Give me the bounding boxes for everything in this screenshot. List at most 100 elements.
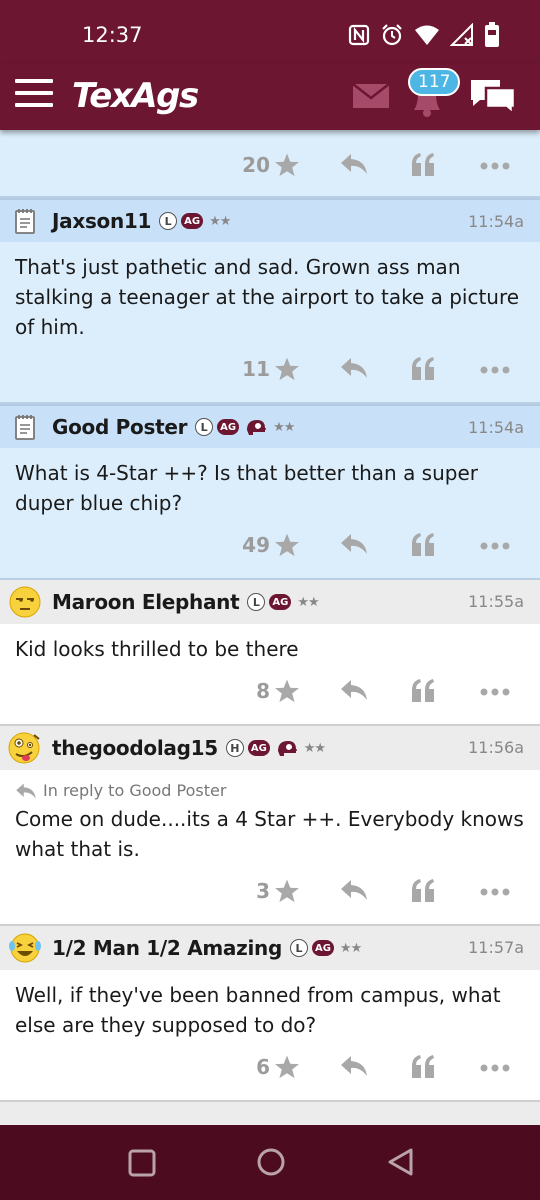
post-actions: 8 <box>0 664 540 724</box>
rank-stars: ★★ <box>303 740 326 756</box>
reply-icon[interactable] <box>340 678 368 702</box>
back-button[interactable] <box>386 1147 416 1177</box>
hamburger-line <box>15 91 53 95</box>
laughing-emoji-icon <box>9 933 41 963</box>
status-time: 12:37 <box>82 23 143 47</box>
post-text: Come on dude....its a 4 Star ++. Everybo… <box>15 807 524 861</box>
mail-icon[interactable] <box>352 82 390 110</box>
post-actions: 6 <box>0 1040 540 1100</box>
wifi-icon <box>415 25 439 45</box>
avatar[interactable] <box>8 931 42 965</box>
rank-stars: ★★ <box>209 213 231 229</box>
post-actions: 20 <box>0 130 540 190</box>
status-icons <box>348 22 500 48</box>
post-time: 11:54a <box>468 212 524 231</box>
post-actions: 49 <box>0 518 540 578</box>
username[interactable]: thegoodolag15 <box>52 736 218 760</box>
reply-icon[interactable] <box>340 878 368 902</box>
post: 1/2 Man 1/2 Amazing L AG ★★ 11:57a Well,… <box>0 926 540 1102</box>
star-count: 20 <box>242 153 270 177</box>
alarm-icon <box>382 24 402 46</box>
more-icon[interactable] <box>480 366 510 374</box>
badge-h: H <box>225 739 244 757</box>
star-icon <box>275 533 299 557</box>
post-actions: 11 <box>0 342 540 402</box>
post-partial: 20 <box>0 130 540 198</box>
post-time: 11:55a <box>468 592 524 611</box>
avatar[interactable] <box>8 204 42 238</box>
post-body: That's just pathetic and sad. Grown ass … <box>15 255 520 339</box>
star-count: 3 <box>256 879 270 903</box>
badge-ag: AG <box>217 419 240 435</box>
post: thegoodolag15 H AG ★★ 11:56a In reply to… <box>0 726 540 926</box>
post-body: Kid looks thrilled to be there <box>15 637 299 661</box>
username[interactable]: 1/2 Man 1/2 Amazing <box>52 936 282 960</box>
reply-icon[interactable] <box>340 532 368 556</box>
star-icon <box>275 357 299 381</box>
post-header: thegoodolag15 H AG ★★ 11:56a <box>0 726 540 770</box>
star-button[interactable]: 3 <box>256 878 300 904</box>
star-count: 11 <box>242 357 270 381</box>
hamburger-line <box>15 103 53 107</box>
post-actions: 3 <box>0 864 540 924</box>
unamused-emoji-icon <box>9 586 41 618</box>
helmet-badge-icon <box>276 739 298 757</box>
quote-icon[interactable] <box>410 356 436 380</box>
reply-icon[interactable] <box>340 356 368 380</box>
rank-stars: ★★ <box>297 594 319 610</box>
reply-icon[interactable] <box>340 1054 368 1078</box>
star-icon <box>275 879 299 903</box>
notepad-icon <box>15 415 35 440</box>
menu-button[interactable] <box>15 79 53 109</box>
post: Maroon Elephant L AG ★★ 11:55a Kid looks… <box>0 580 540 726</box>
app-header: TexAgs 117 <box>0 64 540 130</box>
badge-l: L <box>195 418 214 436</box>
more-icon[interactable] <box>480 888 510 896</box>
star-button[interactable]: 20 <box>242 152 300 178</box>
quote-icon[interactable] <box>410 532 436 556</box>
post-time: 11:57a <box>468 938 524 957</box>
status-bar: 12:37 <box>0 0 540 64</box>
avatar[interactable] <box>8 731 42 765</box>
more-icon[interactable] <box>480 162 510 170</box>
nfc-icon <box>348 24 370 46</box>
more-icon[interactable] <box>480 688 510 696</box>
home-button[interactable] <box>256 1147 286 1177</box>
rank-stars: ★★ <box>273 419 295 435</box>
post: Jaxson11 L AG ★★ 11:54a That's just path… <box>0 198 540 404</box>
badge-l: L <box>289 939 308 957</box>
reply-to-text: In reply to Good Poster <box>43 781 227 800</box>
system-nav-bar <box>0 1125 540 1200</box>
star-icon <box>275 679 299 703</box>
texags-logo[interactable]: TexAgs <box>72 76 199 116</box>
post-body: What is 4-Star ++? Is that better than a… <box>15 461 478 515</box>
recents-button[interactable] <box>128 1149 156 1177</box>
quote-icon[interactable] <box>410 678 436 702</box>
chat-icon[interactable] <box>468 76 518 118</box>
reply-icon <box>16 783 36 799</box>
post-header: Jaxson11 L AG ★★ 11:54a <box>0 198 540 242</box>
star-button[interactable]: 49 <box>242 532 300 558</box>
avatar[interactable] <box>8 585 42 619</box>
badge-ag: AG <box>311 940 334 956</box>
quote-icon[interactable] <box>410 152 436 176</box>
notification-count-badge[interactable]: 117 <box>408 68 461 96</box>
more-icon[interactable] <box>480 542 510 550</box>
post-feed[interactable]: 20 Jaxson11 L AG ★★ 11:54a That's just p… <box>0 130 540 1125</box>
star-button[interactable]: 6 <box>256 1054 300 1080</box>
post-header <box>0 1102 540 1125</box>
quote-icon[interactable] <box>410 878 436 902</box>
reply-reference[interactable]: In reply to Good Poster <box>15 780 525 802</box>
avatar[interactable] <box>8 410 42 444</box>
reply-icon[interactable] <box>340 152 368 176</box>
username[interactable]: Good Poster <box>52 415 187 439</box>
username[interactable]: Jaxson11 <box>52 209 151 233</box>
more-icon[interactable] <box>480 1064 510 1072</box>
star-button[interactable]: 11 <box>242 356 300 382</box>
star-count: 6 <box>256 1055 270 1079</box>
post-header: Good Poster L AG ★★ 11:54a <box>0 404 540 448</box>
quote-icon[interactable] <box>410 1054 436 1078</box>
post-time: 11:56a <box>468 738 524 757</box>
star-button[interactable]: 8 <box>256 678 300 704</box>
username[interactable]: Maroon Elephant <box>52 590 240 614</box>
